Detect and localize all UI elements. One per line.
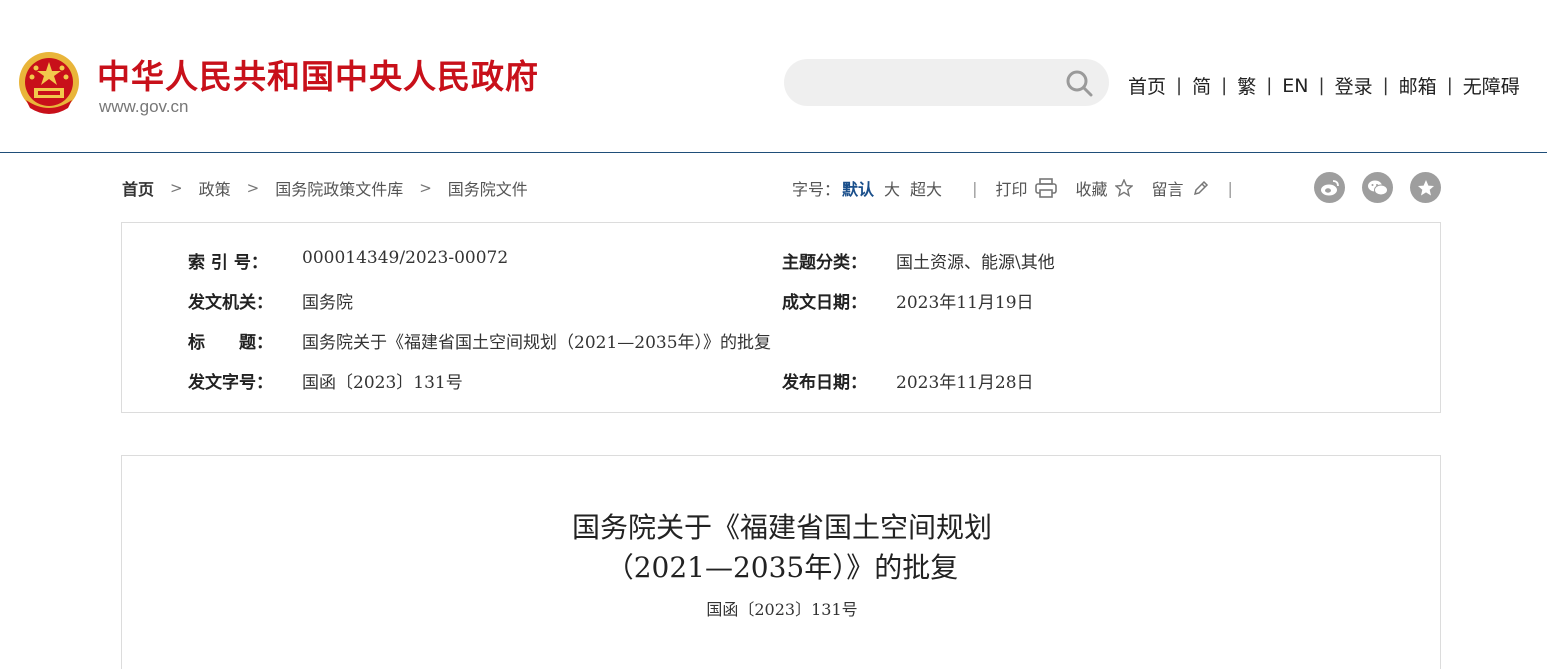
pencil-icon	[1193, 180, 1208, 196]
weibo-share-button[interactable]	[1314, 172, 1345, 203]
breadcrumb-state-council-docs[interactable]: 国务院文件	[448, 176, 528, 200]
document-number: 国函〔2023〕131号	[706, 600, 858, 619]
document-title-line-2: （2021—2035年）》的批复	[605, 551, 959, 584]
site-url[interactable]: www.gov.cn	[99, 97, 188, 117]
site-header: 中华人民共和国中央人民政府 www.gov.cn 首页 | 简 | 繁 | EN…	[0, 0, 1547, 153]
divider: |	[972, 178, 978, 198]
search-icon[interactable]	[1065, 69, 1093, 97]
document-info-panel: 索 引 号： 000014349/2023-00072 主题分类： 国土资源、能…	[121, 222, 1441, 413]
document-number-label: 发文字号：	[188, 373, 273, 393]
star-outline-icon	[1115, 179, 1134, 197]
nav-english[interactable]: EN	[1282, 75, 1308, 97]
topic-label: 主题分类：	[782, 253, 867, 273]
favorite-button[interactable]: 收藏	[1075, 176, 1134, 200]
print-label: 打印	[995, 180, 1028, 199]
nav-separator: |	[1318, 75, 1325, 96]
breadcrumb-home[interactable]: 首页	[122, 176, 154, 200]
nav-separator: |	[1221, 75, 1228, 96]
font-size-large[interactable]: 大	[884, 176, 900, 200]
topic-value: 国土资源、能源\其他	[896, 253, 1055, 273]
written-date-value: 2023年11月19日	[896, 293, 1034, 313]
font-size-default[interactable]: 默认	[842, 176, 874, 200]
chevron-right-icon: >	[170, 179, 183, 197]
weibo-icon	[1320, 179, 1339, 195]
favorite-share-button[interactable]	[1410, 172, 1441, 203]
breadcrumb-policy[interactable]: 政策	[199, 176, 231, 200]
wechat-icon	[1367, 180, 1388, 195]
nav-accessibility[interactable]: 无障碍	[1463, 72, 1520, 99]
title-label: 标 题：	[188, 333, 273, 353]
nav-simplified[interactable]: 简	[1192, 72, 1211, 99]
wechat-share-button[interactable]	[1362, 172, 1393, 203]
comment-button[interactable]: 留言	[1151, 176, 1209, 200]
site-title[interactable]: 中华人民共和国中央人民政府	[97, 50, 539, 98]
article-tools: 字号： 默认 大 超大 | 打印 收藏 留言 |	[792, 176, 1233, 200]
national-emblem-icon[interactable]	[16, 50, 82, 118]
index-number-value: 000014349/2023-00072	[302, 248, 509, 268]
comment-label: 留言	[1151, 180, 1184, 199]
nav-home[interactable]: 首页	[1128, 72, 1166, 99]
issuer-label: 发文机关：	[188, 293, 273, 313]
publish-date-value: 2023年11月28日	[896, 373, 1034, 393]
chevron-right-icon: >	[419, 179, 432, 197]
nav-login[interactable]: 登录	[1335, 72, 1373, 99]
nav-separator: |	[1446, 75, 1453, 96]
document-number-value: 国函〔2023〕131号	[302, 373, 463, 393]
title-value: 国务院关于《福建省国土空间规划（2021—2035年）》的批复	[302, 333, 772, 353]
publish-date-label: 发布日期：	[782, 373, 867, 393]
divider: |	[1227, 178, 1233, 198]
document-title-line-1: 国务院关于《福建省国土空间规划	[571, 511, 992, 544]
nav-separator: |	[1176, 75, 1183, 96]
index-number-label: 索 引 号：	[188, 253, 268, 273]
written-date-label: 成文日期：	[782, 293, 867, 313]
document-body: 国务院关于《福建省国土空间规划 （2021—2035年）》的批复 国函〔2023…	[121, 455, 1441, 669]
star-icon	[1417, 179, 1434, 195]
breadcrumb-policy-library[interactable]: 国务院政策文件库	[275, 176, 403, 200]
print-button[interactable]: 打印	[995, 176, 1058, 200]
nav-traditional[interactable]: 繁	[1237, 72, 1256, 99]
font-size-label: 字号：	[792, 180, 841, 199]
issuer-value: 国务院	[302, 293, 353, 313]
nav-mail[interactable]: 邮箱	[1399, 72, 1437, 99]
nav-separator: |	[1266, 75, 1273, 96]
top-nav: 首页 | 简 | 繁 | EN | 登录 | 邮箱 | 无障碍	[1128, 72, 1520, 99]
font-size-xlarge[interactable]: 超大	[910, 176, 942, 200]
breadcrumb: 首页 > 政策 > 国务院政策文件库 > 国务院文件	[122, 176, 528, 200]
printer-icon	[1035, 178, 1058, 198]
nav-separator: |	[1382, 75, 1389, 96]
search-input[interactable]	[784, 59, 1109, 106]
chevron-right-icon: >	[246, 179, 260, 197]
favorite-label: 收藏	[1075, 180, 1108, 199]
